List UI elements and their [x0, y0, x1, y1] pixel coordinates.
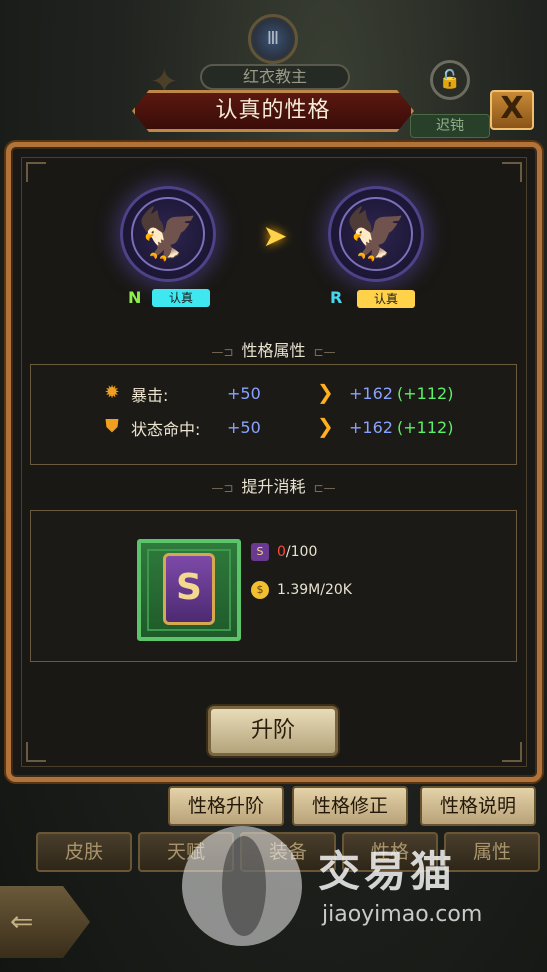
cost-line-gold: $1.39M/20K — [251, 581, 352, 599]
crit-burst-icon: ✹ — [104, 382, 120, 403]
trait-scroll-icon: S — [163, 553, 215, 625]
lock-icon[interactable]: 🔓 — [430, 60, 470, 100]
tab-trait-upgrade[interactable]: 性格升阶 — [168, 786, 284, 826]
upgrade-button[interactable]: 升阶 — [208, 706, 338, 756]
trait-emblem-next: 🦅 — [328, 186, 424, 282]
corner-ornament — [502, 742, 522, 762]
gold-coin-icon: $ — [251, 581, 269, 599]
section-title-text: 提升消耗 — [241, 477, 306, 496]
tab-trait-modify[interactable]: 性格修正 — [292, 786, 408, 826]
rank-emblem-icon: Ⅲ — [248, 14, 298, 64]
trait-scroll-small-icon: S — [251, 543, 269, 561]
attributes-box: ✹ 暴击: +50 ❯ +162 (+112) ⛊ 状态命中: +50 ❯ +1… — [30, 364, 517, 465]
arrow-right-glow-icon: ➤ — [262, 219, 288, 254]
attribute-row: ⛊ 状态命中: +50 ❯ +162 (+112) — [31, 414, 516, 442]
section-title-text: 性格属性 — [241, 341, 306, 360]
divider-ornament: ⊏— — [313, 345, 336, 359]
eagle-icon: 🦅 — [344, 204, 408, 263]
divider-ornament: ⊏— — [313, 481, 336, 495]
trait-tag-current: 认真 — [152, 289, 210, 307]
grade-current: N — [128, 288, 142, 307]
attribute-next: +162 — [349, 418, 393, 437]
section-title-attributes: —⊐ 性格属性 ⊏— — [0, 337, 547, 361]
divider-ornament: —⊐ — [211, 481, 234, 495]
attribute-name: 状态命中: — [131, 420, 201, 439]
close-icon: X — [500, 91, 524, 126]
watermark-brand: 交易猫 — [318, 847, 457, 896]
attribute-increase: (+112) — [397, 418, 454, 437]
attribute-row: ✹ 暴击: +50 ❯ +162 (+112) — [31, 380, 516, 408]
watermark-logo-icon — [182, 826, 302, 946]
section-title-cost: —⊐ 提升消耗 ⊏— — [0, 473, 547, 497]
attribute-current: +50 — [227, 384, 261, 403]
close-button[interactable]: X — [490, 90, 534, 130]
chevron-right-icon: ❯ — [317, 414, 334, 438]
eagle-icon: 🦅 — [136, 204, 200, 263]
divider-ornament: —⊐ — [211, 345, 234, 359]
attribute-increase: (+112) — [397, 384, 454, 403]
cost-line-scroll: S 0/100 — [251, 543, 317, 561]
cost-item-card[interactable]: S — [137, 539, 241, 641]
trait-tag-next: 认真 — [357, 290, 415, 308]
logo-cutout — [222, 836, 266, 936]
chevron-right-icon: ❯ — [317, 380, 334, 404]
grade-next: R — [330, 288, 343, 307]
corner-ornament — [26, 162, 46, 182]
trait-emblem-current: 🦅 — [120, 186, 216, 282]
hero-name-banner: 红衣教主 — [200, 64, 350, 90]
tab-trait-info[interactable]: 性格说明 — [420, 786, 536, 826]
cost-have: 1.39M — [277, 582, 321, 598]
attribute-next: +162 — [349, 384, 393, 403]
corner-ornament — [502, 162, 522, 182]
cost-need: /20K — [320, 582, 352, 598]
cost-have: 0 — [277, 544, 286, 560]
arrow-left-icon: ⇐ — [10, 905, 34, 938]
tab-attributes[interactable]: 属性 — [444, 832, 540, 872]
tab-skin[interactable]: 皮肤 — [36, 832, 132, 872]
cost-need: /100 — [285, 544, 318, 560]
watermark-url: jiaoyimao.com — [322, 902, 483, 927]
shield-icon: ⛊ — [105, 416, 119, 437]
attribute-current: +50 — [227, 418, 261, 437]
cost-box: S S 0/100 $1.39M/20K — [30, 510, 517, 662]
page-title: 认真的性格 — [132, 90, 414, 132]
corner-ornament — [26, 742, 46, 762]
trait-tag-dull[interactable]: 迟钝 — [410, 114, 490, 138]
attribute-name: 暴击: — [131, 386, 169, 405]
